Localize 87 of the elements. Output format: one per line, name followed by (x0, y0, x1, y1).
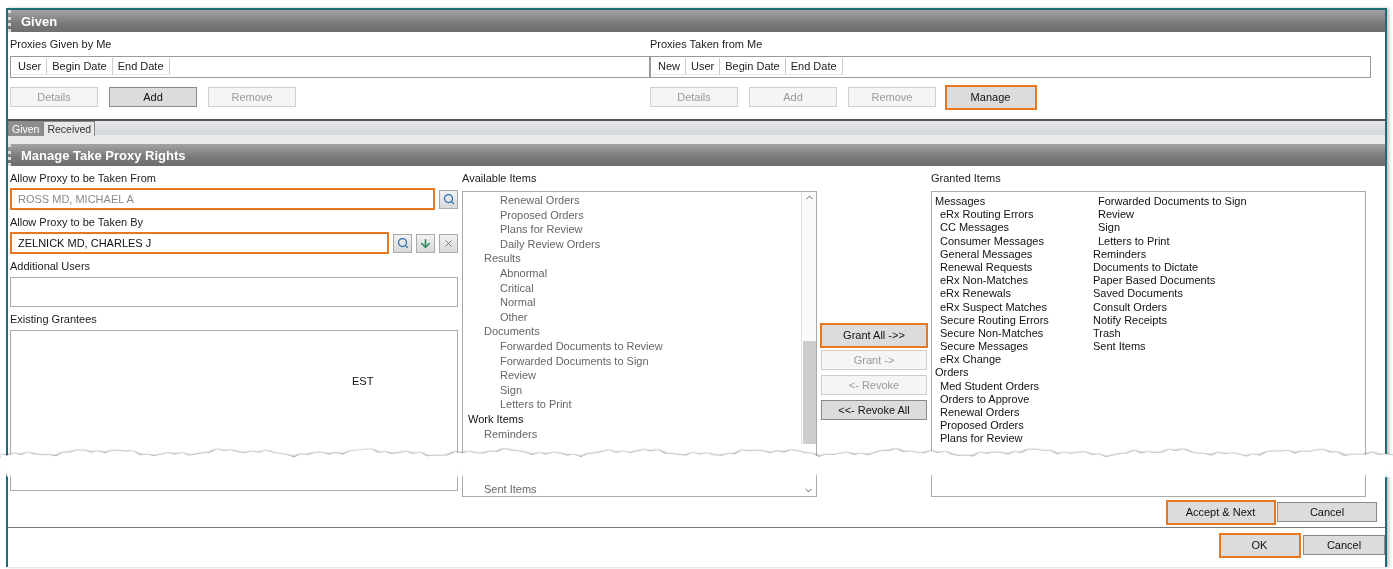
close-icon (443, 237, 455, 249)
list-item[interactable]: CC Messages (935, 221, 1010, 235)
list-item[interactable]: eRx Routing Errors (935, 208, 1034, 222)
action-button[interactable]: Accept & Next (1166, 500, 1275, 524)
list-item[interactable]: Secure Messages (935, 340, 1029, 354)
search-button[interactable] (439, 189, 458, 209)
clear-button[interactable] (439, 233, 458, 253)
list-label: Granted Items (931, 172, 1002, 185)
tree-item[interactable]: Plans for Review (463, 222, 583, 237)
column-header[interactable]: End Date (785, 58, 843, 75)
section-header: Manage Take Proxy Rights (8, 144, 1385, 166)
tree-item[interactable]: Proposed Orders (463, 207, 584, 223)
tree-item[interactable]: Daily Review Orders (463, 236, 601, 252)
tree-item[interactable]: Forwarded Documents to Sign (463, 353, 649, 369)
list-item[interactable]: General Messages (935, 247, 1033, 261)
tree-item[interactable]: Normal (463, 295, 536, 310)
list-item[interactable]: Consumer Messages (935, 234, 1044, 248)
list-item[interactable]: Sent Items (1093, 340, 1146, 354)
action-button[interactable]: Grant All ->> (821, 323, 927, 347)
list-item[interactable]: Renewal Requests (935, 260, 1033, 275)
tree-item[interactable]: Sent Items (463, 483, 537, 496)
tree-item[interactable]: Renewal Orders (463, 193, 580, 208)
column-header[interactable]: User (13, 58, 48, 75)
search-button[interactable] (393, 233, 413, 253)
column-header[interactable]: End Date (112, 58, 170, 75)
list-item[interactable]: Orders to Approve (935, 392, 1030, 406)
list-item[interactable]: eRx Non-Matches (935, 274, 1029, 288)
list-item[interactable]: eRx Suspect Matches (935, 300, 1047, 314)
input-field[interactable] (10, 277, 458, 307)
list-item[interactable]: eRx Renewals (935, 287, 1011, 301)
field-label: Allow Proxy to be Taken By (10, 216, 145, 229)
input-field[interactable]: ZELNICK MD, CHARLES J (10, 232, 390, 254)
list-item[interactable]: Secure Non-Matches (935, 326, 1044, 341)
action-button[interactable]: Manage (945, 85, 1036, 109)
list-item[interactable]: eRx Change (935, 353, 1002, 367)
tree-item[interactable]: Forwarded Documents to Review (463, 338, 663, 354)
list-item[interactable]: Review (1093, 208, 1135, 222)
list-item[interactable]: Secure Routing Errors (935, 313, 1049, 327)
list-item[interactable]: Consult Orders (1093, 300, 1167, 314)
tree-item[interactable]: Other (463, 309, 528, 325)
tree-item[interactable]: Results (463, 251, 521, 266)
list-item[interactable]: Messages (935, 195, 986, 209)
list-item[interactable]: Trash (1093, 326, 1121, 341)
tree-item[interactable]: Review (463, 368, 537, 383)
tree-item[interactable]: Reminders (463, 426, 538, 442)
tab[interactable]: Received (43, 121, 96, 136)
action-button[interactable]: OK (1219, 533, 1300, 557)
tree-item[interactable]: Abnormal (463, 265, 548, 281)
down-arrow-button[interactable] (416, 233, 436, 253)
field-label: Additional Users (10, 260, 92, 273)
list-item[interactable]: Notify Receipts (1093, 313, 1167, 327)
tree-item[interactable]: Letters to Print (463, 397, 572, 412)
list-item[interactable]: Plans for Review (935, 432, 1023, 446)
column-header[interactable]: Begin Date (47, 58, 113, 75)
list-item[interactable]: Med Student Orders (935, 379, 1040, 393)
list-item[interactable]: Proposed Orders (935, 419, 1024, 433)
field-label: Existing Grantees (10, 313, 98, 326)
down-arrow-icon (419, 236, 433, 250)
tree-item[interactable]: Sign (463, 382, 523, 398)
column-header[interactable]: Begin Date (720, 58, 786, 75)
section-header: Given (8, 10, 1385, 32)
action-button[interactable]: Cancel (1277, 502, 1377, 522)
column-header[interactable]: New (653, 58, 686, 75)
column-header[interactable]: User (686, 58, 721, 75)
tree-item[interactable]: Work Items (463, 411, 524, 427)
list-item[interactable]: EST (352, 375, 374, 387)
list-item[interactable]: Documents to Dictate (1093, 260, 1199, 275)
panel-label: Proxies Taken from Me (650, 38, 764, 51)
list-item[interactable]: Reminders (1093, 247, 1147, 261)
list-item[interactable]: Letters to Print (1093, 234, 1170, 248)
field-label: Allow Proxy to be Taken From (10, 172, 157, 185)
scrollbar[interactable] (801, 192, 816, 444)
list-item[interactable]: Sign (1093, 221, 1121, 235)
search-icon (396, 237, 409, 249)
action-button[interactable]: Add (109, 87, 197, 107)
list-item[interactable]: Renewal Orders (935, 406, 1020, 420)
search-icon (442, 193, 455, 205)
tree-item[interactable]: Critical (463, 280, 534, 296)
panel-label: Proxies Given by Me (10, 38, 113, 51)
list-label: Available Items (462, 172, 538, 185)
list-item[interactable]: Forwarded Documents to Sign (1093, 195, 1247, 209)
tree-item[interactable]: Documents (463, 324, 540, 339)
action-button[interactable]: <<- Revoke All (821, 400, 927, 420)
action-button[interactable]: Cancel (1303, 535, 1385, 555)
list-item[interactable]: Orders (935, 366, 969, 380)
list-item[interactable]: Paper Based Documents (1093, 274, 1216, 288)
list-item[interactable]: Saved Documents (1093, 287, 1183, 301)
